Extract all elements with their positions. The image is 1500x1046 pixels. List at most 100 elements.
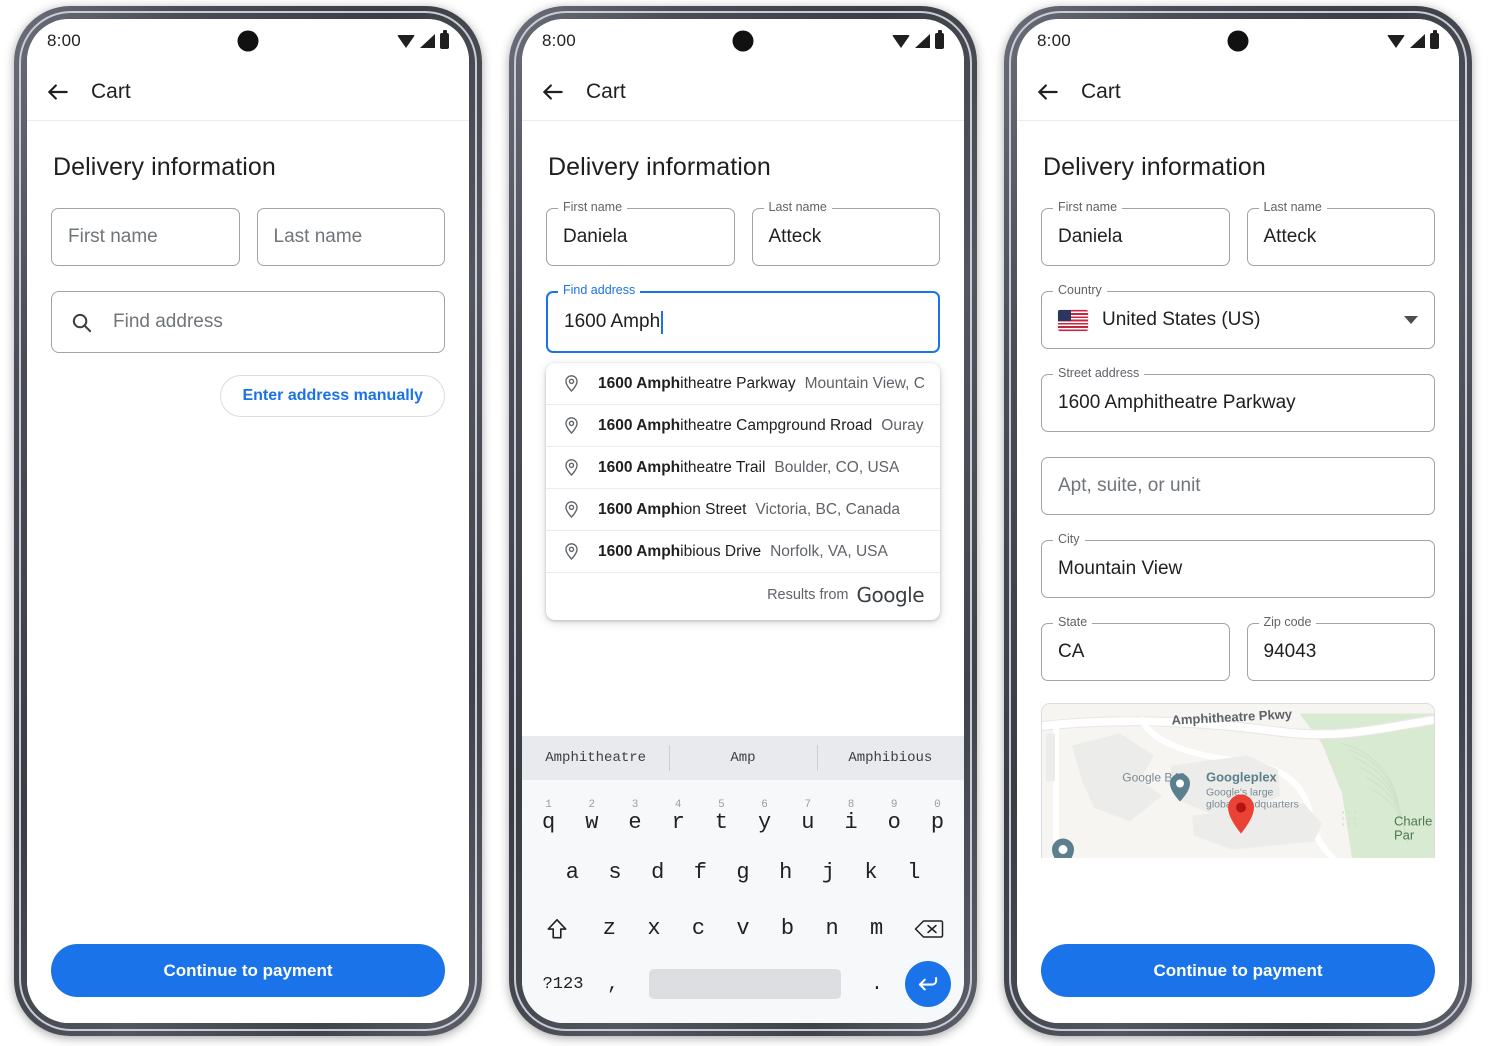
- country-select[interactable]: Country United States (US): [1041, 283, 1435, 349]
- last-name-field[interactable]: Last name Atteck: [751, 200, 940, 266]
- keyboard-row-3: zx cvbnm: [527, 901, 959, 957]
- last-name-field[interactable]: Last name Atteck: [1246, 200, 1435, 266]
- first-name-label: First name: [558, 200, 628, 214]
- state-field[interactable]: State CA: [1041, 615, 1230, 681]
- address-suggestion-item[interactable]: 1600 Amphitheatre Parkway Mountain View, …: [546, 363, 940, 405]
- back-arrow-icon[interactable]: [45, 79, 71, 105]
- continue-to-payment-button[interactable]: Continue to payment: [51, 944, 445, 997]
- key-h[interactable]: h: [764, 845, 807, 901]
- suggestion-secondary: Boulder, CO, USA: [774, 458, 900, 476]
- street-address-field[interactable]: Street address 1600 Amphitheatre Parkway: [1041, 366, 1435, 432]
- key-j[interactable]: j: [807, 845, 850, 901]
- key-o[interactable]: 9o: [873, 789, 916, 845]
- key-w[interactable]: 2w: [570, 789, 613, 845]
- space-key[interactable]: [649, 969, 841, 999]
- keyboard-suggestion-strip: Amphitheatre Amp Amphibious: [522, 736, 964, 780]
- key-z[interactable]: z: [587, 916, 632, 942]
- state-label: State: [1053, 615, 1093, 629]
- back-arrow-icon[interactable]: [1035, 79, 1061, 105]
- first-name-value: Daniela: [1058, 226, 1123, 247]
- key-b[interactable]: b: [765, 916, 810, 942]
- key-r[interactable]: 4r: [657, 789, 700, 845]
- suggestion-primary: 1600 Amphitheatre Campground Rroad: [598, 416, 873, 434]
- phone-panel-3: 8:00 Cart Delivery information First nam…: [990, 0, 1485, 1046]
- location-pin-icon: [565, 417, 578, 434]
- key-label: i: [844, 809, 858, 835]
- key-m[interactable]: m: [854, 916, 899, 942]
- comma-key[interactable]: ,: [591, 973, 635, 995]
- key-p[interactable]: 0p: [916, 789, 959, 845]
- battery-icon: [440, 30, 449, 49]
- continue-to-payment-button[interactable]: Continue to payment: [1041, 944, 1435, 997]
- find-address-input[interactable]: Find address: [51, 291, 445, 353]
- backspace-key[interactable]: [899, 901, 959, 957]
- key-label: d: [651, 860, 665, 885]
- key-f[interactable]: f: [679, 845, 722, 901]
- keyboard-suggestion[interactable]: Amphibious: [816, 736, 964, 780]
- key-n[interactable]: n: [810, 916, 855, 942]
- address-suggestion-item[interactable]: 1600 Amphitheatre Campground Rroad Ouray,…: [546, 405, 940, 447]
- last-name-label: Last name: [763, 200, 832, 214]
- zip-field[interactable]: Zip code 94043: [1246, 615, 1435, 681]
- key-c[interactable]: c: [676, 916, 721, 942]
- first-name-field[interactable]: First name Daniela: [1041, 200, 1230, 266]
- wifi-icon: [1387, 34, 1405, 48]
- keyboard-suggestion[interactable]: Amp: [669, 736, 816, 780]
- key-u[interactable]: 7u: [786, 789, 829, 845]
- keyboard-suggestion[interactable]: Amphitheatre: [522, 736, 669, 780]
- location-pin-icon: [565, 459, 578, 476]
- address-suggestion-item[interactable]: 1600 Amphion Street Victoria, BC, Canada: [546, 489, 940, 531]
- key-i[interactable]: 8i: [829, 789, 872, 845]
- key-v[interactable]: v: [721, 916, 766, 942]
- enter-address-manually-button[interactable]: Enter address manually: [220, 375, 445, 417]
- key-s[interactable]: s: [594, 845, 637, 901]
- key-label: c: [691, 916, 706, 941]
- address-suggestion-item[interactable]: 1600 Amphibious Drive Norfolk, VA, USA: [546, 531, 940, 573]
- key-d[interactable]: d: [636, 845, 679, 901]
- first-name-field[interactable]: First name: [51, 208, 240, 266]
- google-attribution: Results from Google: [546, 573, 940, 620]
- key-x[interactable]: x: [632, 916, 677, 942]
- phone-screen: 8:00 Cart Delivery information First nam…: [27, 19, 469, 1023]
- key-label: l: [907, 860, 921, 885]
- key-a[interactable]: a: [551, 845, 594, 901]
- key-label: o: [887, 809, 901, 835]
- address-map-preview[interactable]: Amphitheatre Pkwy Google B40 Googleplex …: [1041, 703, 1435, 858]
- key-label: x: [647, 916, 661, 941]
- state-value: CA: [1058, 641, 1085, 662]
- cellular-signal-icon: [420, 34, 435, 48]
- period-key[interactable]: .: [855, 973, 899, 995]
- enter-key-icon: [918, 977, 938, 991]
- wifi-icon: [397, 34, 415, 48]
- search-icon: [72, 313, 92, 332]
- battery-icon: [1430, 30, 1439, 49]
- enter-key[interactable]: [905, 961, 951, 1007]
- symbols-key[interactable]: ?123: [535, 975, 591, 994]
- key-l[interactable]: l: [892, 845, 935, 901]
- first-name-placeholder: First name: [68, 226, 158, 247]
- first-name-field[interactable]: First name Daniela: [546, 200, 735, 266]
- status-bar: 8:00: [522, 19, 964, 63]
- address-suggestion-item[interactable]: 1600 Amphitheatre Trail Boulder, CO, USA: [546, 447, 940, 489]
- find-address-field[interactable]: Find address 1600 Amph: [546, 283, 940, 353]
- section-title: Delivery information: [53, 153, 276, 181]
- phone-panel-2: 8:00 Cart Delivery information First nam…: [495, 0, 990, 1046]
- google-wordmark: Google: [856, 583, 924, 607]
- suggestion-primary: 1600 Amphion Street: [598, 500, 747, 518]
- city-field[interactable]: City Mountain View: [1041, 532, 1435, 598]
- key-label: j: [821, 860, 835, 885]
- shift-key[interactable]: [527, 901, 587, 957]
- last-name-field[interactable]: Last name: [256, 208, 445, 266]
- keyboard-row-2: asdfgh jkl: [527, 845, 959, 901]
- country-value: United States (US): [1102, 309, 1261, 330]
- key-y[interactable]: 6y: [743, 789, 786, 845]
- key-label: h: [779, 860, 793, 885]
- key-g[interactable]: g: [722, 845, 765, 901]
- key-e[interactable]: 3e: [613, 789, 656, 845]
- location-pin-icon: [565, 501, 578, 518]
- key-q[interactable]: 1q: [527, 789, 570, 845]
- back-arrow-icon[interactable]: [540, 79, 566, 105]
- key-t[interactable]: 5t: [700, 789, 743, 845]
- key-k[interactable]: k: [850, 845, 893, 901]
- apt-field[interactable]: Apt, suite, or unit: [1041, 457, 1435, 515]
